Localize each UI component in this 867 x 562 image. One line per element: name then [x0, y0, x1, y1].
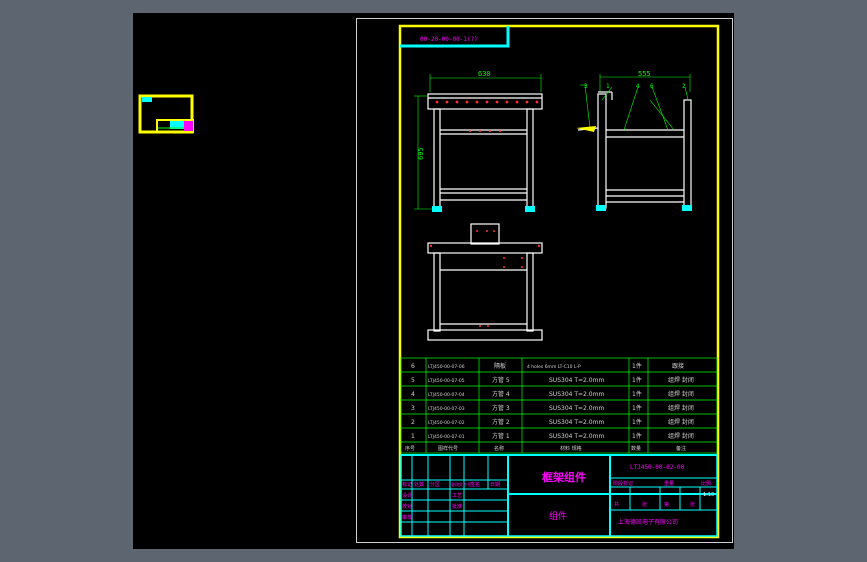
bom-no: 5 — [411, 377, 415, 384]
callout-2: 2 — [682, 83, 686, 90]
top-view — [427, 223, 543, 341]
bom-material: SUS304 T=2.0mm — [549, 391, 604, 398]
callout-1: 1 — [606, 83, 610, 90]
company-name: 上海德凯电子有限公司 — [618, 518, 678, 526]
bom-qty: 1件 — [632, 418, 642, 426]
callout-3: 3 — [584, 83, 588, 90]
row-label: 设计 — [402, 492, 412, 499]
side-view — [577, 74, 692, 209]
callout-6: 6 — [650, 83, 654, 90]
bom-name: 隔板 — [494, 362, 506, 370]
drawing-scale: 1:10 — [703, 492, 714, 498]
row-label: 校对 — [402, 503, 412, 510]
bom-no: 1 — [411, 433, 415, 440]
bom-header-code: 图样代号 — [438, 445, 458, 452]
bom-no: 2 — [411, 419, 415, 426]
row-label: 批准 — [452, 503, 462, 510]
bom-material: SUS304 T=2.0mm — [549, 377, 604, 384]
sheet-label: 共 — [614, 501, 619, 508]
bom-material: SUS304 T=2.0mm — [549, 419, 604, 426]
bom-note: 组焊 封闭 — [668, 432, 694, 440]
side-view-markers — [596, 205, 692, 211]
drawing-number: LTJ450-00-02-00 — [630, 464, 685, 471]
bom-header-qty: 数量 — [631, 445, 641, 452]
bom-code: LTJ450-00-07-03 — [428, 406, 465, 412]
bom-qty: 1件 — [632, 432, 642, 440]
bom-name: 方管 2 — [492, 418, 510, 426]
bom-material: 4 holes 6mm LT-C10 L-P — [527, 364, 581, 370]
front-view-holes — [435, 100, 539, 132]
top-code-box: 00-20-00-00-1(?) — [400, 26, 510, 48]
bom-header-name: 名称 — [494, 445, 504, 452]
bom-qty: 1件 — [632, 404, 642, 412]
bom-note: 组焊 封闭 — [668, 376, 694, 384]
cad-drawing: 00-20-00-00-1(?) 630 695 555 3 1 4 6 2 6… — [138, 18, 733, 543]
stage-label: 比例 — [701, 480, 711, 487]
bom-header-note: 备注 — [676, 445, 686, 452]
side-view-bracket — [576, 126, 596, 132]
drawing-title: 框架组件 — [542, 470, 586, 484]
rev-label: 分区 — [430, 481, 440, 488]
bom-name: 方管 4 — [492, 390, 510, 398]
bom-qty: 1件 — [632, 390, 642, 398]
bom-header-material: 材料 规格 — [560, 445, 582, 452]
bom-note: 跟接 — [672, 362, 684, 370]
bom-name: 方管 5 — [492, 376, 510, 384]
bom-no: 3 — [411, 405, 415, 412]
thumbnail-block[interactable] — [138, 94, 194, 134]
top-code-text: 00-20-00-00-1(?) — [420, 36, 478, 43]
stage-label: 阶段标记 — [613, 480, 633, 487]
front-view — [414, 74, 543, 210]
bom-note: 组焊 封闭 — [668, 390, 694, 398]
dim-width-side: 555 — [638, 70, 651, 78]
bom-code: LTJ450-00-07-05 — [428, 378, 465, 384]
rev-label: 标记 — [402, 481, 412, 488]
row-label: 工艺 — [452, 493, 462, 499]
sheet-label: 张 — [690, 501, 695, 508]
bom-table: 6 LTJ450-00-07-06 隔板 4 holes 6mm LT-C10 … — [405, 362, 694, 452]
bom-no: 6 — [411, 363, 415, 370]
bom-no: 4 — [411, 391, 415, 398]
bom-qty: 1件 — [632, 362, 642, 370]
bom-qty: 1件 — [632, 376, 642, 384]
bom-code: LTJ450-00-07-04 — [428, 392, 465, 398]
bom-note: 组焊 封闭 — [668, 404, 694, 412]
bom-name: 方管 1 — [492, 432, 510, 440]
bom-note: 组焊 封闭 — [668, 418, 694, 426]
dim-width-front: 630 — [478, 70, 491, 78]
rev-label: 日期 — [490, 482, 500, 488]
dim-height: 695 — [417, 147, 425, 160]
bom-code: LTJ450-00-07-01 — [428, 434, 465, 440]
bom-code: LTJ450-00-07-02 — [428, 420, 465, 426]
callout-4: 4 — [636, 83, 640, 90]
bom-material: SUS304 T=2.0mm — [549, 433, 604, 440]
stage-label: 重量 — [664, 480, 674, 487]
sheet-label: 第 — [664, 501, 669, 508]
front-view-feet — [432, 206, 535, 212]
rev-label: 签名 — [470, 481, 480, 488]
drawing-subtitle: 组件 — [549, 510, 567, 522]
bom-material: SUS304 T=2.0mm — [549, 405, 604, 412]
bom-code: LTJ450-00-07-06 — [428, 364, 465, 370]
bom-header-no: 序号 — [405, 445, 415, 452]
row-label: 审核 — [402, 514, 412, 521]
sheet-label: 张 — [642, 501, 647, 508]
bom-name: 方管 3 — [492, 404, 510, 412]
rev-label: 处数 — [414, 481, 424, 488]
rev-label: 更改文件号 — [451, 481, 471, 487]
